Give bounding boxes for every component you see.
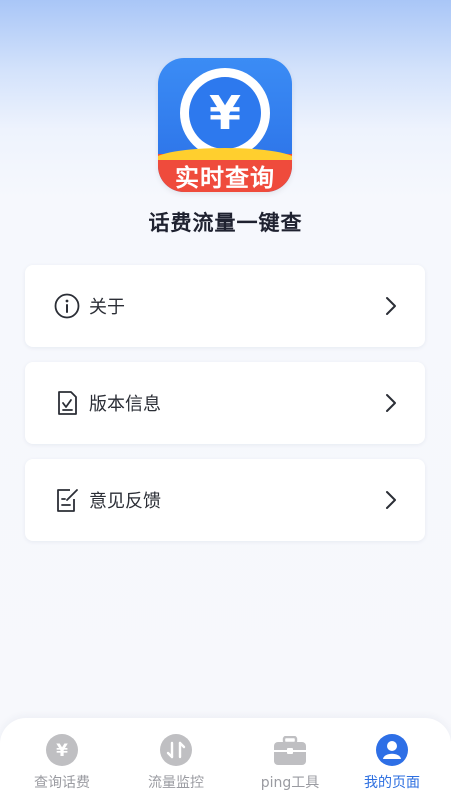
menu-item-label: 版本信息 [89, 394, 161, 415]
up-down-arrows-icon [160, 734, 192, 766]
tab-my-page[interactable]: 我的页面 [336, 718, 448, 801]
tab-label: 我的页面 [364, 775, 420, 791]
tab-label: ping工具 [260, 775, 320, 791]
tab-query-fee[interactable]: ¥ 查询话费 [6, 718, 118, 801]
menu-item-about[interactable]: 关于 [25, 265, 425, 347]
menu-item-label: 关于 [89, 297, 125, 318]
tab-traffic-monitor[interactable]: 流量监控 [120, 718, 232, 801]
chevron-right-icon [386, 491, 396, 509]
tab-label: 查询话费 [34, 775, 90, 791]
coin-ring: ¥ [180, 68, 270, 158]
menu-item-label: 意见反馈 [89, 491, 161, 512]
tab-ping-tool[interactable]: ping工具 [234, 718, 346, 801]
bottom-tab-bar: ¥ 查询话费 流量监控 ping工具 我的页面 [0, 718, 451, 801]
document-check-icon [58, 391, 77, 415]
chevron-right-icon [386, 394, 396, 412]
svg-text:¥: ¥ [56, 741, 68, 761]
logo-banner-text: 实时查询 [175, 164, 275, 192]
yuan-icon: ¥ [189, 77, 261, 149]
info-circle-icon [54, 293, 80, 319]
tab-label: 流量监控 [148, 775, 204, 791]
app-title: 话费流量一键查 [148, 211, 303, 235]
menu-item-feedback[interactable]: 意见反馈 [25, 459, 425, 541]
user-profile-icon [376, 734, 408, 766]
menu-item-version[interactable]: 版本信息 [25, 362, 425, 444]
chevron-right-icon [386, 297, 396, 315]
edit-note-icon [57, 489, 78, 512]
app-logo: ¥ 实时查询 [158, 58, 292, 192]
yuan-coin-icon: ¥ [46, 734, 78, 766]
toolbox-icon [274, 736, 306, 765]
